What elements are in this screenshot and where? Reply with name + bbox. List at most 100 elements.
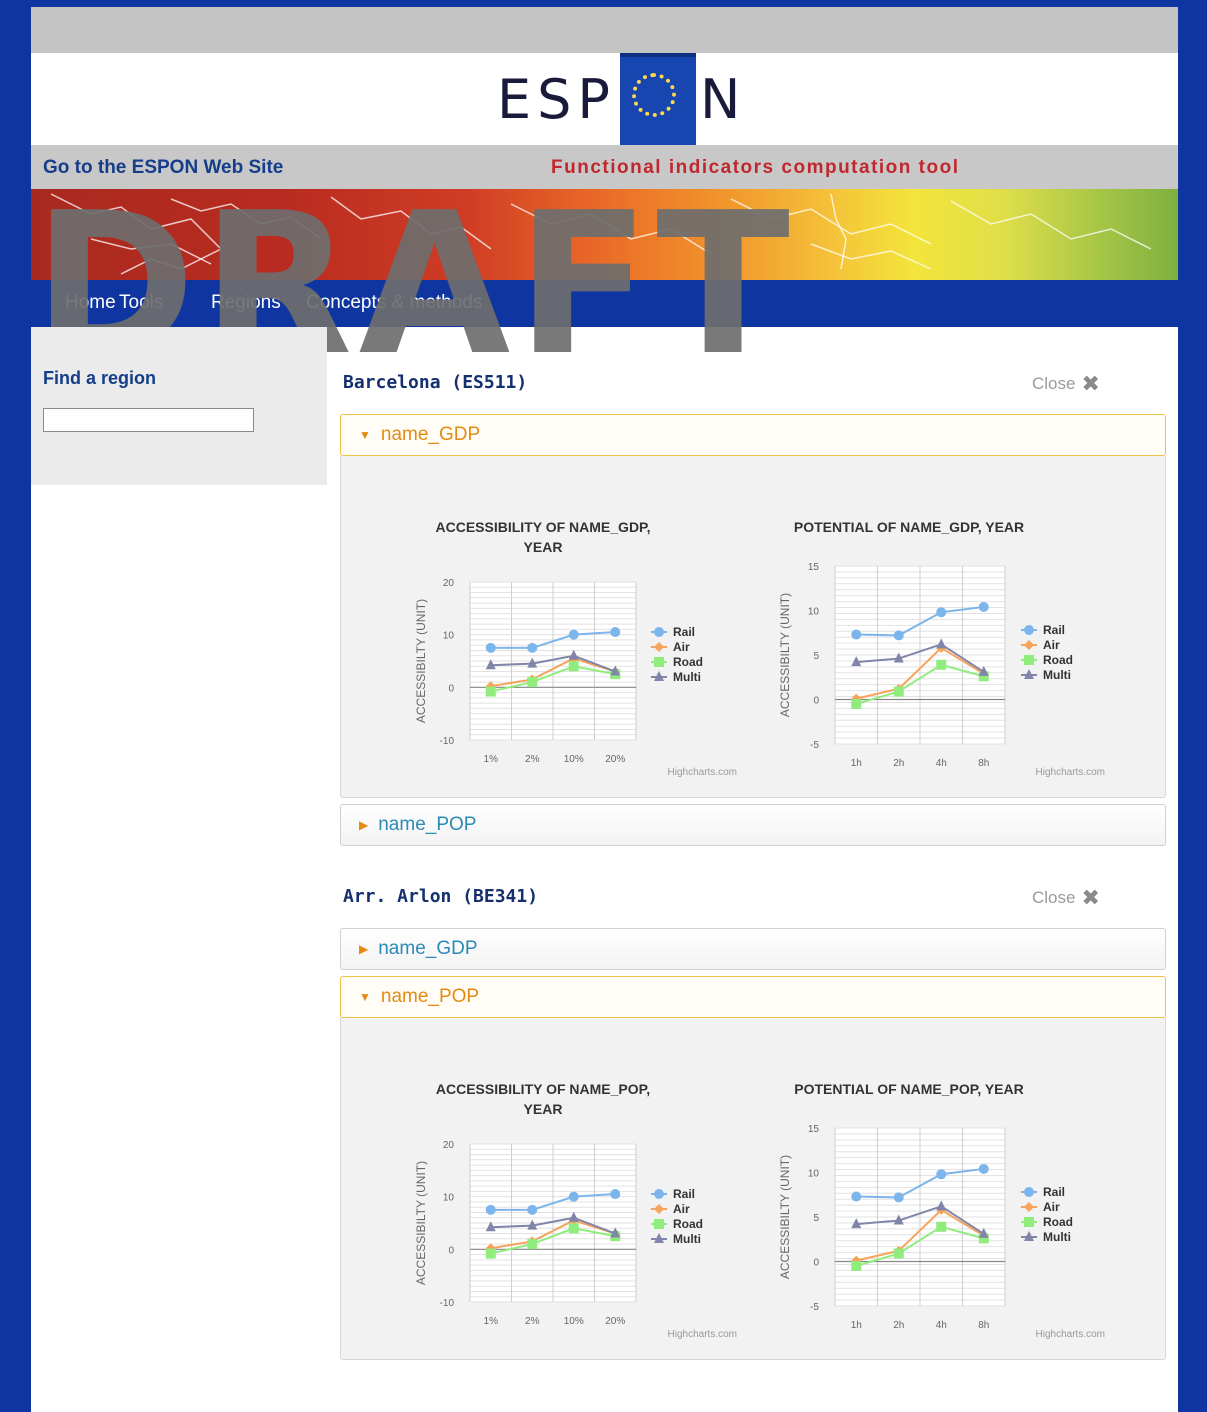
- legend-marker: [1024, 640, 1034, 650]
- y-tick-label: 0: [813, 1258, 819, 1269]
- accordion-header-gdp[interactable]: ▼ name_GDP: [340, 414, 1166, 456]
- y-tick-label: -10: [440, 736, 455, 747]
- page-frame: ESP N Go to the ESPON Web Site Functiona…: [0, 0, 1207, 1412]
- x-tick-label: 4h: [936, 758, 947, 769]
- legend-item-multi: Multi: [1043, 1230, 1071, 1244]
- data-point-rail: [978, 601, 989, 612]
- legend-item-multi: Multi: [673, 1232, 701, 1246]
- legend-item-road: Road: [1043, 653, 1073, 667]
- x-tick-label: 2%: [525, 754, 540, 765]
- accordion-label: name_GDP: [378, 938, 478, 959]
- chart-credits: Highcharts.com: [1036, 1329, 1105, 1340]
- caret-down-icon: ▼: [359, 990, 371, 1004]
- data-point-rail: [610, 1189, 621, 1200]
- data-point-rail: [485, 642, 496, 653]
- espon-website-link[interactable]: Go to the ESPON Web Site: [43, 157, 283, 179]
- accordion-label: name_GDP: [380, 424, 481, 445]
- accordion-header-pop[interactable]: ▼ name_POP: [340, 976, 1166, 1018]
- x-tick-label: 1h: [851, 758, 862, 769]
- legend-item-multi: Multi: [673, 670, 701, 684]
- y-tick-label: 10: [808, 607, 820, 618]
- data-point-rail: [527, 1204, 538, 1215]
- y-tick-label: -5: [810, 1302, 819, 1313]
- y-tick-label: 20: [443, 1140, 455, 1151]
- x-tick-label: 2h: [893, 758, 904, 769]
- find-region-label: Find a region: [43, 368, 157, 388]
- y-axis-label: ACCESSIBILTY (UNIT): [414, 599, 428, 723]
- x-tick-label: 1%: [484, 1316, 499, 1327]
- legend-marker: [654, 1219, 664, 1229]
- espon-logo[interactable]: ESP N: [497, 53, 746, 145]
- data-point-road: [485, 1248, 496, 1259]
- data-point-rail: [893, 630, 904, 641]
- y-tick-label: -5: [810, 740, 819, 751]
- data-point-road: [568, 1223, 579, 1234]
- legend-item-road: Road: [673, 1217, 703, 1231]
- close-label: Close: [1032, 888, 1076, 907]
- y-tick-label: 10: [443, 631, 455, 642]
- legend-marker: [654, 657, 664, 667]
- y-tick-label: 15: [808, 1124, 820, 1135]
- legend-marker: [1024, 625, 1034, 635]
- region-title-barcelona: Barcelona (ES511): [343, 372, 528, 393]
- logo-area: ESP N: [31, 53, 1178, 145]
- chart-title: YEAR: [524, 539, 563, 555]
- data-point-rail: [893, 1192, 904, 1203]
- data-point-rail: [978, 1163, 989, 1174]
- legend-marker: [654, 1204, 664, 1214]
- x-tick-label: 10%: [564, 754, 584, 765]
- x-tick-label: 1%: [484, 754, 499, 765]
- accordion-header-gdp[interactable]: ▶ name_GDP: [340, 928, 1166, 970]
- close-region-button[interactable]: Close ✖: [1032, 885, 1100, 911]
- y-tick-label: 0: [448, 683, 454, 694]
- map-banner-borders: [50, 193, 1152, 275]
- y-tick-label: 10: [808, 1169, 820, 1180]
- y-axis-label: ACCESSIBILTY (UNIT): [414, 1161, 428, 1285]
- x-tick-label: 10%: [564, 1316, 584, 1327]
- y-tick-label: 0: [448, 1245, 454, 1256]
- y-tick-label: 5: [813, 1213, 819, 1224]
- chart-accessibility-pop: ACCESSIBILITY OF NAME_POP, YEAR -10 0 10 20 1%…: [414, 1081, 737, 1340]
- legend-marker: [1024, 655, 1034, 665]
- data-point-road: [936, 1221, 947, 1232]
- chart-title: ACCESSIBILITY OF NAME_GDP,: [436, 519, 651, 535]
- legend-item-air: Air: [673, 640, 690, 654]
- x-tick-label: 2h: [893, 1320, 904, 1331]
- legend-marker: [1024, 1202, 1034, 1212]
- data-point-rail: [851, 1191, 862, 1202]
- legend-item-road: Road: [673, 655, 703, 669]
- accordion-header-pop[interactable]: ▶ name_POP: [340, 804, 1166, 846]
- chart-potential-gdp: POTENTIAL OF NAME_GDP, YEAR -5 0 5 10 15 1h 2h 4…: [778, 519, 1105, 778]
- sidebar: Find a region: [31, 327, 327, 485]
- caret-right-icon: ▶: [359, 818, 369, 832]
- data-point-rail: [568, 1191, 579, 1202]
- data-point-road: [527, 1239, 538, 1250]
- accordion-label: name_POP: [378, 814, 477, 835]
- nav-tools[interactable]: Tools: [119, 292, 163, 314]
- legend-item-rail: Rail: [1043, 623, 1065, 637]
- nav-regions[interactable]: Regions: [211, 292, 281, 314]
- x-tick-label: 8h: [978, 758, 989, 769]
- x-tick-label: 20%: [605, 1316, 625, 1327]
- region-search-input[interactable]: [43, 408, 254, 432]
- data-point-road: [893, 686, 904, 697]
- x-tick-label: 20%: [605, 754, 625, 765]
- chart-credits: Highcharts.com: [668, 1329, 737, 1340]
- y-tick-label: 20: [443, 578, 455, 589]
- data-point-road: [485, 686, 496, 697]
- legend-item-multi: Multi: [1043, 668, 1071, 682]
- nav-home[interactable]: Home: [65, 292, 116, 314]
- data-point-road: [568, 661, 579, 672]
- map-banner: [31, 189, 1178, 280]
- legend-item-road: Road: [1043, 1215, 1073, 1229]
- legend-marker: [1024, 1187, 1034, 1197]
- legend-marker: [654, 1189, 664, 1199]
- close-region-button[interactable]: Close ✖: [1032, 371, 1100, 397]
- data-point-road: [851, 1260, 862, 1271]
- legend-marker: [654, 627, 664, 637]
- caret-down-icon: ▼: [359, 428, 371, 442]
- y-tick-label: 10: [443, 1193, 455, 1204]
- caret-right-icon: ▶: [359, 942, 369, 956]
- chart-potential-pop: POTENTIAL OF NAME_POP, YEAR -5 0 5 10 15 1h 2h 4…: [778, 1081, 1105, 1340]
- nav-concepts-methods[interactable]: Concepts & methods: [306, 292, 482, 314]
